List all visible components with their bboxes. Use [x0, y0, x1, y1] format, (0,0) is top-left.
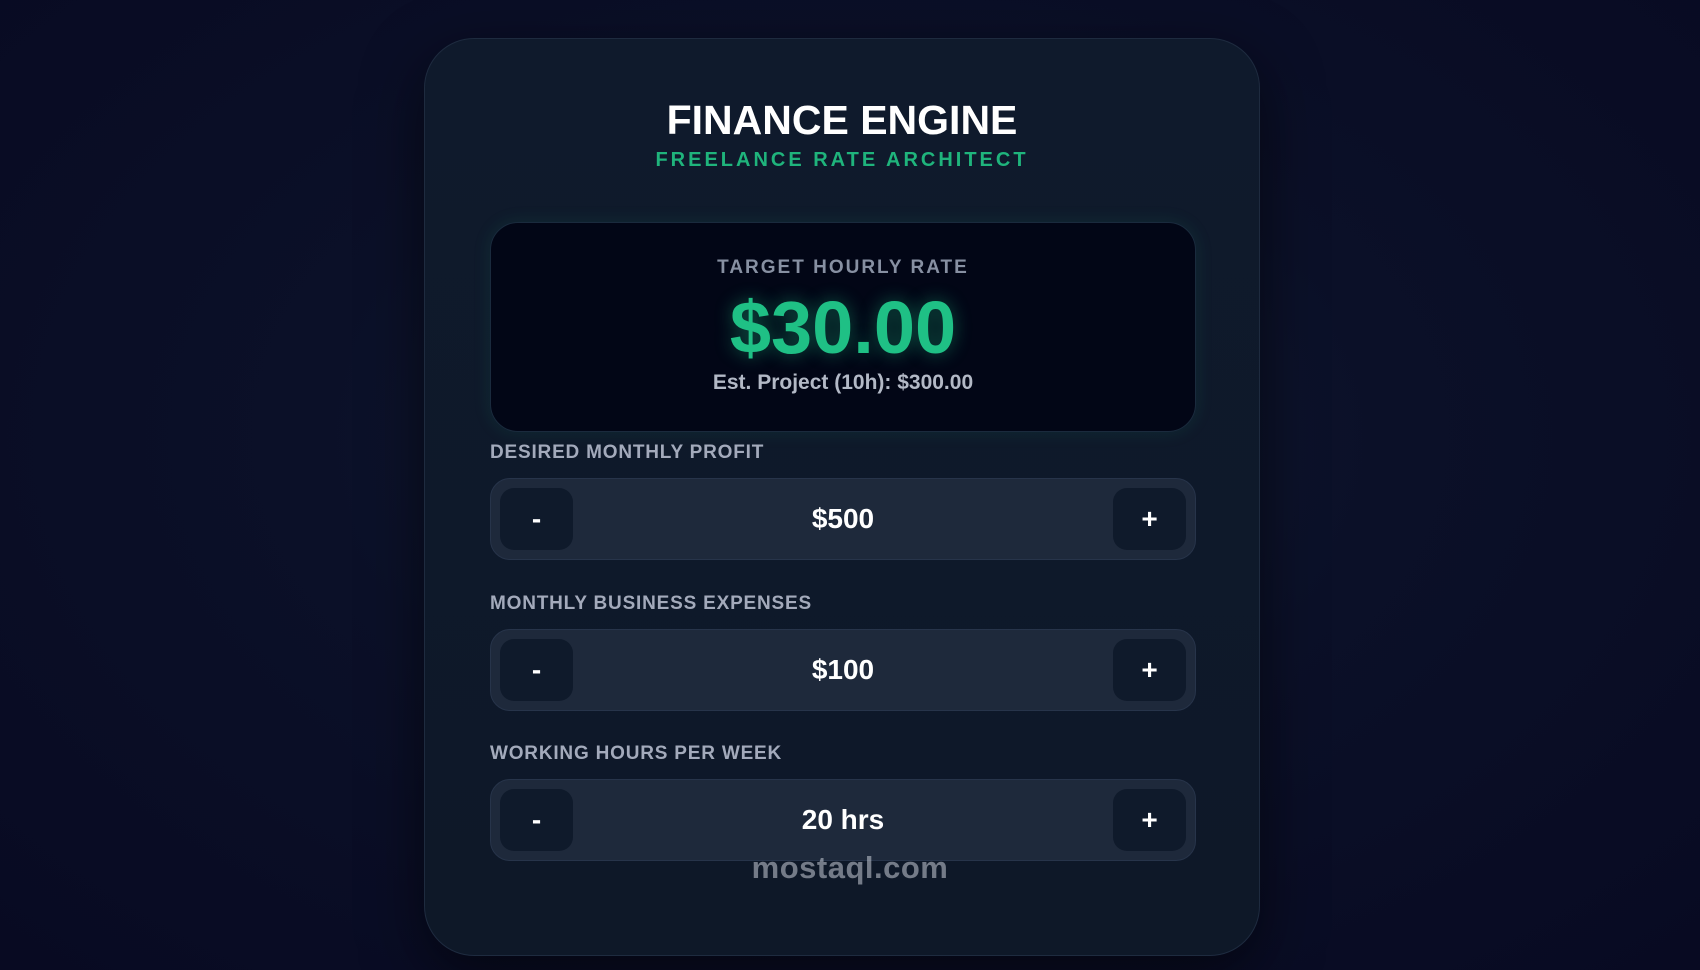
watermark-logo: mostaql.com [751, 850, 949, 885]
business-expenses-value: $100 [811, 654, 875, 685]
app-subtitle: FREELANCE RATE ARCHITECT [655, 149, 1029, 171]
working-hours-label: WORKING HOURS PER WEEK [490, 743, 783, 764]
hourly-rate-label: TARGET HOURLY RATE [717, 257, 969, 278]
monthly-profit-label: DESIRED MONTHLY PROFIT [490, 442, 765, 463]
monthly-profit-stepper: - $500 + [490, 478, 1196, 560]
monthly-profit-decrement-button[interactable]: - [500, 488, 573, 550]
hourly-rate-value: $30.00 [729, 286, 957, 369]
monthly-profit-value: $500 [811, 503, 875, 534]
business-expenses-stepper: - $100 + [490, 629, 1196, 711]
project-estimate: Est. Project (10h): $300.00 [712, 371, 974, 394]
monthly-profit-increment-button[interactable]: + [1113, 488, 1186, 550]
working-hours-value: 20 hrs [801, 804, 885, 835]
business-expenses-label: MONTHLY BUSINESS EXPENSES [490, 593, 812, 614]
working-hours-decrement-button[interactable]: - [500, 789, 573, 851]
app-title: FINANCE ENGINE [666, 97, 1018, 143]
calculator-card: FINANCE ENGINE FREELANCE RATE ARCHITECT … [424, 38, 1260, 956]
business-expenses-increment-button[interactable]: + [1113, 639, 1186, 701]
working-hours-stepper: - 20 hrs + [490, 779, 1196, 861]
business-expenses-decrement-button[interactable]: - [500, 639, 573, 701]
working-hours-increment-button[interactable]: + [1113, 789, 1186, 851]
hourly-rate-panel: TARGET HOURLY RATE $30.00 Est. Project (… [490, 222, 1196, 432]
